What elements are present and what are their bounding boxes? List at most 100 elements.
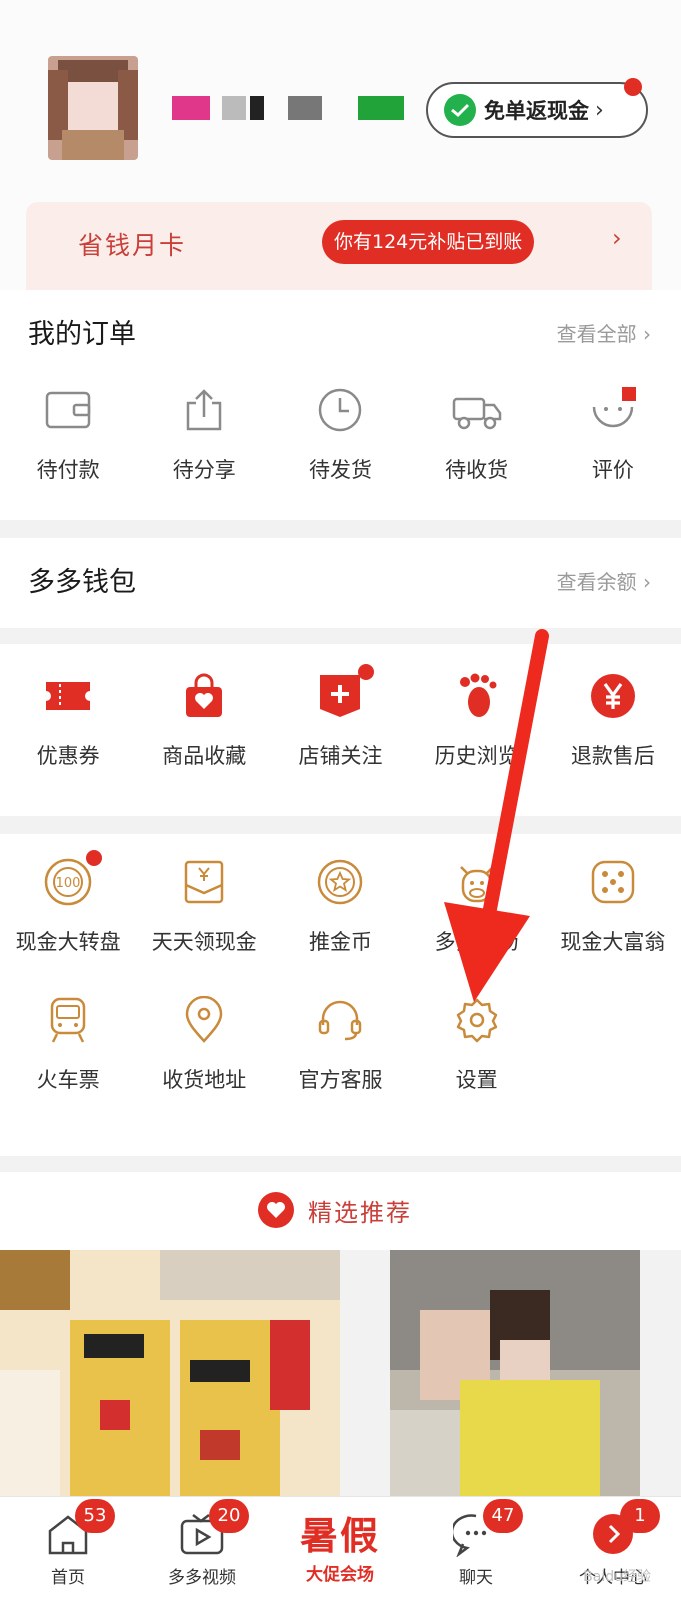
yen-icon [587,670,639,722]
grid-label: 设置 [455,1068,498,1092]
order-review[interactable]: 评价 [545,384,681,484]
grid-label: 店铺关注 [298,744,383,768]
tab-home[interactable]: 53 首页 [0,1497,136,1600]
section-title: 我的订单 [28,319,136,350]
daily-cash-item[interactable]: 天天领现金 [136,856,272,956]
order-label: 待付款 [36,458,100,482]
profile-badge: 1 [620,1499,660,1533]
shortcut-grid: 优惠券 商品收藏 店铺关注 历史浏览 退款售后 [0,644,681,816]
settings-item[interactable]: 设置 [409,994,545,1094]
address-item[interactable]: 收货地址 [136,994,272,1094]
tab-label: 首页 [51,1568,85,1588]
section-title: 多多钱包 [28,567,136,598]
order-pending-share[interactable]: 待分享 [136,384,272,484]
recommend-title: 精选推荐 [308,1198,412,1227]
grid-label: 优惠券 [36,744,100,768]
coin-icon [314,856,366,908]
profile-icon: 1 [590,1499,660,1557]
grid-label: 官方客服 [298,1068,383,1092]
tab-label: 聊天 [459,1568,493,1588]
home-icon: 53 [45,1499,115,1557]
svg-text:100: 100 [56,876,81,891]
tab-label: 多多视频 [168,1568,236,1588]
notification-dot [86,850,103,866]
activity-grid: 100 现金大转盘 天天领现金 推金币 多多牧场 现金大富翁 火车票 收货地址 … [0,834,681,1156]
promo-subtitle: 大促会场 [306,1565,374,1585]
recommend-header: 精选推荐 [0,1172,681,1250]
wallet-icon [42,384,94,436]
cash-wheel-item[interactable]: 100 现金大转盘 [0,850,136,956]
push-coin-item[interactable]: 推金币 [272,856,408,956]
customer-service-item[interactable]: 官方客服 [272,994,408,1094]
subsidy-badge: 你有124元补贴已到账 [322,220,535,264]
chat-badge: 47 [483,1499,523,1533]
heart-icon [258,1192,294,1228]
order-pending-ship[interactable]: 待发货 [272,384,408,484]
smile-icon [587,384,639,436]
avatar[interactable] [48,56,138,160]
farm-item[interactable]: 多多牧场 [409,856,545,956]
notification-dot [358,664,375,680]
grid-label: 历史浏览 [434,744,519,768]
wallet-section[interactable]: 多多钱包 查看余额 › [0,538,681,628]
store-plus-icon [314,664,375,722]
grid-label: 收货地址 [162,1068,247,1092]
cashback-label: 免单返现金 [484,99,589,123]
order-label: 待发货 [308,458,372,482]
order-pending-receive[interactable]: 待收货 [409,384,545,484]
wheel-icon: 100 [42,850,103,908]
grid-label: 推金币 [308,930,372,954]
footprint-icon [451,670,503,722]
followed-stores-item[interactable]: 店铺关注 [272,664,408,770]
grid-label: 现金大转盘 [15,930,121,954]
chevron-right-icon: › [612,224,622,252]
chevron-right-icon: › [595,97,604,123]
grid-label: 退款售后 [570,744,655,768]
order-label: 待收货 [445,458,509,482]
tab-chat[interactable]: 47 聊天 [408,1497,544,1600]
grid-label: 多多牧场 [434,930,519,954]
truck-icon [451,384,503,436]
share-icon [178,384,230,436]
headset-icon [314,994,366,1046]
grid-label: 现金大富翁 [560,930,666,954]
username-blurred [172,96,412,124]
watermark: Baidu经验 [583,1569,651,1585]
tab-video[interactable]: 20 多多视频 [134,1497,270,1600]
notification-dot [624,78,642,96]
envelope-yen-icon [178,856,230,908]
clock-icon [314,384,366,436]
dice-icon [587,856,639,908]
grid-label: 商品收藏 [162,744,247,768]
grid-label: 火车票 [36,1068,100,1092]
my-orders-section: 我的订单 查看全部 › 待付款 待分享 待发货 待收货 评价 [0,290,681,520]
coupons-item[interactable]: 优惠券 [0,670,136,770]
saving-card-title: 省钱月卡 [78,231,187,260]
profile-header: 免单返现金 › 省钱月卡 你有124元补贴已到账 › [0,0,681,290]
product-card[interactable] [390,1250,640,1496]
home-badge: 53 [75,1499,115,1533]
grid-label: 天天领现金 [151,930,257,954]
promo-title: 暑假 [299,1514,380,1558]
video-badge: 20 [209,1499,249,1533]
view-balance-link[interactable]: 查看余额 › [557,566,651,595]
tab-promo[interactable]: 暑假 大促会场 [272,1497,408,1600]
video-icon: 20 [179,1499,249,1557]
refund-item[interactable]: 退款售后 [545,670,681,770]
saving-card[interactable]: 省钱月卡 你有124元补贴已到账 › [26,202,652,290]
location-icon [178,994,230,1046]
wechat-icon [444,94,476,126]
chat-icon: 47 [450,1499,523,1558]
history-item[interactable]: 历史浏览 [409,670,545,770]
cashback-button[interactable]: 免单返现金 › [426,78,648,138]
favorites-item[interactable]: 商品收藏 [136,670,272,770]
bottom-tab-bar: 53 首页 20 多多视频 暑假 大促会场 47 聊天 1 个人中心 [0,1496,681,1600]
product-card[interactable] [0,1250,340,1496]
order-label: 待分享 [172,458,236,482]
cow-icon [451,856,503,908]
cash-monopoly-item[interactable]: 现金大富翁 [545,856,681,956]
order-pending-payment[interactable]: 待付款 [0,384,136,484]
gear-icon [451,994,503,1046]
train-ticket-item[interactable]: 火车票 [0,994,136,1094]
view-all-orders-link[interactable]: 查看全部 › [557,318,651,347]
